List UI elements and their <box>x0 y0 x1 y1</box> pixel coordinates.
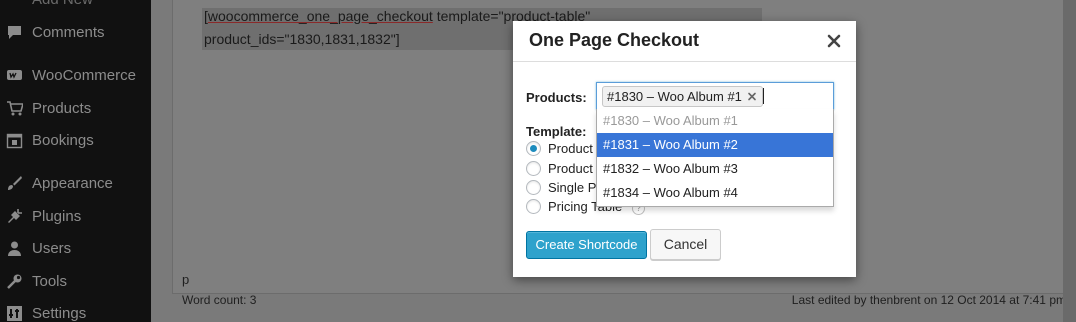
woocommerce-icon <box>6 67 23 84</box>
radio-button[interactable] <box>526 141 541 156</box>
text-caret <box>763 88 764 104</box>
sidebar-item-plugins[interactable]: Plugins <box>0 202 151 232</box>
editor-status-bar: Word count: 3 Last edited by thenbrent o… <box>172 287 1073 313</box>
sidebar-item-label: Appearance <box>32 175 113 192</box>
editor-path: p <box>182 272 190 287</box>
page-edge <box>1063 0 1076 322</box>
sidebar-item-settings[interactable]: Settings <box>0 299 151 322</box>
appearance-icon <box>6 175 23 192</box>
sidebar-item-products[interactable]: Products <box>0 94 151 124</box>
sidebar-item-comments[interactable]: Comments <box>0 18 151 48</box>
dropdown-option[interactable]: #1834 – Woo Album #4 <box>597 181 833 205</box>
products-select-input[interactable]: #1830 – Woo Album #1 <box>596 82 834 110</box>
sidebar-item-label: Plugins <box>32 208 82 225</box>
products-icon <box>6 100 23 117</box>
sidebar-item-users[interactable]: Users <box>0 234 151 264</box>
comments-icon <box>6 24 23 41</box>
modal-title: One Page Checkout <box>529 30 700 50</box>
dropdown-option: #1830 – Woo Album #1 <box>603 113 738 128</box>
tools-icon <box>6 273 23 290</box>
sidebar-item-bookings[interactable]: Bookings <box>0 126 151 156</box>
radio-button[interactable] <box>526 180 541 195</box>
dropdown-option[interactable]: #1831 – Woo Album #2 <box>597 133 833 157</box>
settings-icon <box>6 305 23 322</box>
sidebar-item-label: Bookings <box>32 132 94 149</box>
token-label: #1830 – Woo Album #1 <box>607 89 742 104</box>
close-icon[interactable] <box>824 31 844 51</box>
create-shortcode-button[interactable]: Create Shortcode <box>526 231 647 259</box>
sidebar-item-label: Tools <box>32 273 68 290</box>
sidebar-item-add-new[interactable]: Add New <box>0 0 151 15</box>
users-icon <box>6 240 23 257</box>
cancel-button[interactable]: Cancel <box>650 229 721 260</box>
sidebar-item-label: WooCommerce <box>32 67 136 84</box>
plugins-icon <box>6 208 23 225</box>
last-edited: Last edited by thenbrent on 12 Oct 2014 … <box>791 293 1066 307</box>
shortcode-line-2: product_ids="1830,1831,1832"] <box>204 31 400 47</box>
admin-sidebar: Add New Comments WooCommerce Products Bo… <box>0 0 151 322</box>
products-label: Products: <box>526 90 587 105</box>
sidebar-item-label: Settings <box>32 305 87 322</box>
sidebar-item-label: Add New <box>32 0 93 8</box>
word-count: Word count: 3 <box>182 293 257 307</box>
radio-button[interactable] <box>526 161 541 176</box>
products-dropdown-list: #1830 – Woo Album #1 #1831 – Woo Album #… <box>596 109 834 207</box>
sidebar-item-woocommerce[interactable]: WooCommerce <box>0 61 151 91</box>
sidebar-item-label: Users <box>32 240 72 257</box>
selected-product-token: #1830 – Woo Album #1 <box>602 86 763 107</box>
bookings-icon <box>6 132 23 149</box>
dropdown-option[interactable]: #1832 – Woo Album #3 <box>597 157 833 181</box>
sidebar-item-label: Comments <box>32 24 105 41</box>
sidebar-item-label: Products <box>32 100 92 117</box>
modal-header: One Page Checkout <box>513 21 856 62</box>
template-label: Template: <box>526 124 587 139</box>
radio-button[interactable] <box>526 199 541 214</box>
sidebar-item-appearance[interactable]: Appearance <box>0 169 151 199</box>
sidebar-item-tools[interactable]: Tools <box>0 267 151 297</box>
remove-token-icon[interactable] <box>746 89 758 103</box>
